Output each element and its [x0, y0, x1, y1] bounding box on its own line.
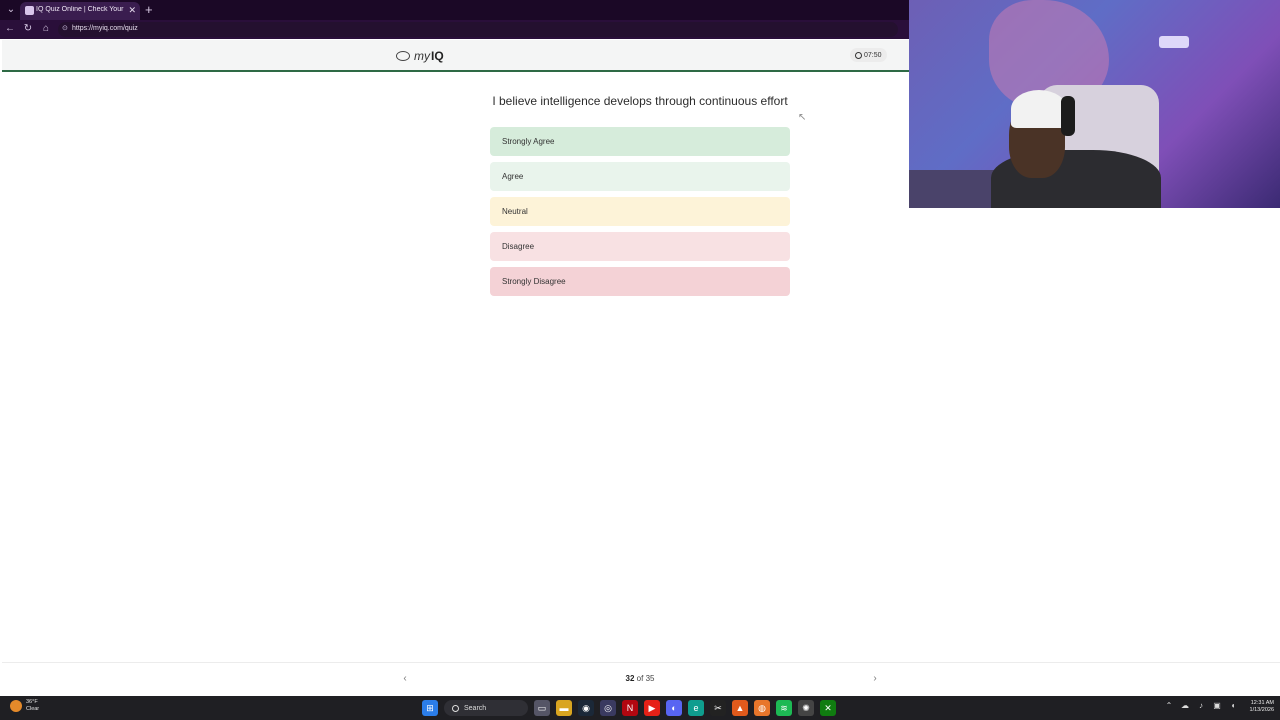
back-icon[interactable]: ← [4, 23, 16, 35]
quiz-timer: 07:50 [850, 48, 887, 62]
system-clock[interactable]: 12:31 AM 1/13/2026 [1238, 700, 1274, 714]
url-text: https://myiq.com/quiz [72, 25, 138, 32]
clock-date: 1/13/2026 [1249, 707, 1274, 713]
logo-my: my [414, 49, 430, 63]
capcut-icon[interactable]: ✂ [710, 700, 726, 716]
question-counter: 32 of 35 [592, 674, 688, 683]
search-icon [452, 704, 459, 712]
timer-value: 07:50 [864, 51, 882, 59]
edge-icon[interactable]: e [688, 700, 704, 716]
start-icon[interactable]: ⊞ [422, 700, 438, 716]
option-neutral[interactable]: Neutral [490, 197, 790, 226]
brain-icon [396, 51, 410, 61]
total-questions: of 35 [636, 674, 655, 683]
quiz-footer: ‹ 32 of 35 › [2, 662, 1280, 695]
reload-icon[interactable]: ↻ [22, 23, 34, 35]
network-icon[interactable]: ▣ [1212, 701, 1222, 711]
search-label: Search [464, 704, 487, 712]
logo-iq: IQ [431, 49, 444, 63]
mouse-cursor-icon: ↖ [798, 112, 807, 123]
xbox-icon[interactable]: ✕ [820, 700, 836, 716]
taskbar: 36°F Clear ⊞ Search ▭ ▬ ◉ ◎ N ▶ ◐ e ✂ ▲ … [0, 696, 1280, 720]
weather-condition: Clear [26, 706, 40, 712]
neon-sign [1159, 36, 1189, 48]
youtube-icon[interactable]: ▶ [644, 700, 660, 716]
netflix-icon[interactable]: N [622, 700, 638, 716]
cloud-icon[interactable]: ☁ [1180, 701, 1190, 711]
stopwatch-icon [855, 51, 862, 59]
logo[interactable]: my IQ [396, 48, 444, 64]
question-text: I believe intelligence develops through … [492, 94, 788, 108]
tab-title: IQ Quiz Online | Check Your IQ Sc [36, 6, 126, 13]
taskbar-apps: ⊞ Search ▭ ▬ ◉ ◎ N ▶ ◐ e ✂ ▲ ◍ ≋ ✺ ✕ [422, 699, 836, 717]
prev-question-icon[interactable]: ‹ [399, 673, 411, 685]
steam-icon[interactable]: ◉ [578, 700, 594, 716]
clock-time: 12:31 AM [1250, 700, 1274, 706]
favicon-icon [25, 6, 34, 15]
brave-icon[interactable]: ▲ [732, 700, 748, 716]
app-icon[interactable]: ◎ [600, 700, 616, 716]
browser-tab[interactable]: IQ Quiz Online | Check Your IQ Sc ✕ [20, 2, 140, 20]
webcam-overlay [909, 0, 1280, 208]
system-tray: ⌃ ☁ ♪ ▣ ◖ [1164, 701, 1238, 711]
taskbar-search[interactable]: Search [444, 700, 528, 716]
answer-options: Strongly Agree Agree Neutral Disagree St… [490, 127, 790, 302]
file-explorer-icon[interactable]: ▬ [556, 700, 572, 716]
tray-chevron-icon[interactable]: ⌃ [1164, 701, 1174, 711]
option-agree[interactable]: Agree [490, 162, 790, 191]
chatgpt-icon[interactable]: ✺ [798, 700, 814, 716]
firefox-icon[interactable]: ◍ [754, 700, 770, 716]
weather-widget[interactable]: 36°F Clear [10, 699, 39, 713]
tab-close-icon[interactable]: ✕ [128, 4, 136, 16]
option-strongly-disagree[interactable]: Strongly Disagree [490, 267, 790, 296]
option-disagree[interactable]: Disagree [490, 232, 790, 261]
task-view-icon[interactable]: ▭ [534, 700, 550, 716]
spotify-icon[interactable]: ≋ [776, 700, 792, 716]
current-question: 32 [625, 674, 635, 683]
discord-icon[interactable]: ◐ [666, 700, 682, 716]
site-info-icon[interactable]: ⊙ [62, 24, 68, 32]
headset [1061, 96, 1075, 136]
tab-list-icon[interactable]: ⌄ [4, 3, 18, 17]
streamer-cap [1011, 90, 1067, 128]
microphone-icon[interactable]: ♪ [1196, 701, 1206, 711]
option-strongly-agree[interactable]: Strongly Agree [490, 127, 790, 156]
url-bar[interactable]: ⊙ https://myiq.com/quiz [58, 22, 898, 37]
next-question-icon[interactable]: › [869, 673, 881, 685]
volume-icon[interactable]: ◖ [1228, 701, 1238, 711]
temperature: 36°F [26, 699, 38, 705]
new-tab-icon[interactable]: + [145, 2, 153, 18]
home-icon[interactable]: ⌂ [40, 23, 52, 35]
weather-icon [10, 700, 22, 712]
